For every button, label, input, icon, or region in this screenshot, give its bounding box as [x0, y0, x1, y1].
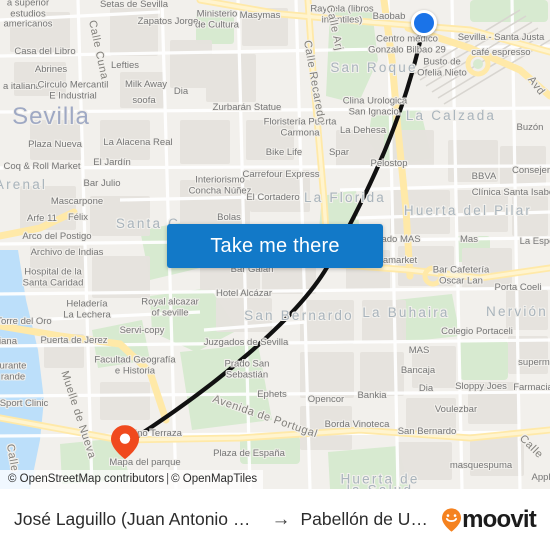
origin-marker[interactable] — [411, 10, 437, 36]
take-me-there-button[interactable]: Take me there — [167, 224, 383, 268]
trip-summary-bar: José Laguillo (Juan Antonio Cav... → Pab… — [0, 489, 550, 550]
map-canvas[interactable]: a superior estudios americanos Setas de S… — [0, 0, 550, 489]
arrow-right-icon: → — [271, 509, 291, 530]
attribution-tiles[interactable]: © OpenMapTiles — [171, 473, 257, 485]
moovit-wordmark: moovit — [462, 505, 537, 533]
attribution-separator: | — [166, 473, 170, 485]
map-attribution: © OpenStreetMap contributors | © OpenMapTi… — [0, 470, 264, 489]
trip-origin-label: José Laguillo (Juan Antonio Cav... — [14, 509, 262, 529]
trip-destination-label: Pabellón de Uru... — [300, 509, 433, 529]
moovit-logo[interactable]: moovit — [442, 505, 537, 534]
attribution-osm[interactable]: © OpenStreetMap contributors — [8, 473, 164, 485]
moovit-map-screen: a superior estudios americanos Setas de S… — [0, 0, 550, 550]
moovit-pin-icon — [442, 507, 462, 532]
destination-marker[interactable] — [111, 425, 139, 460]
